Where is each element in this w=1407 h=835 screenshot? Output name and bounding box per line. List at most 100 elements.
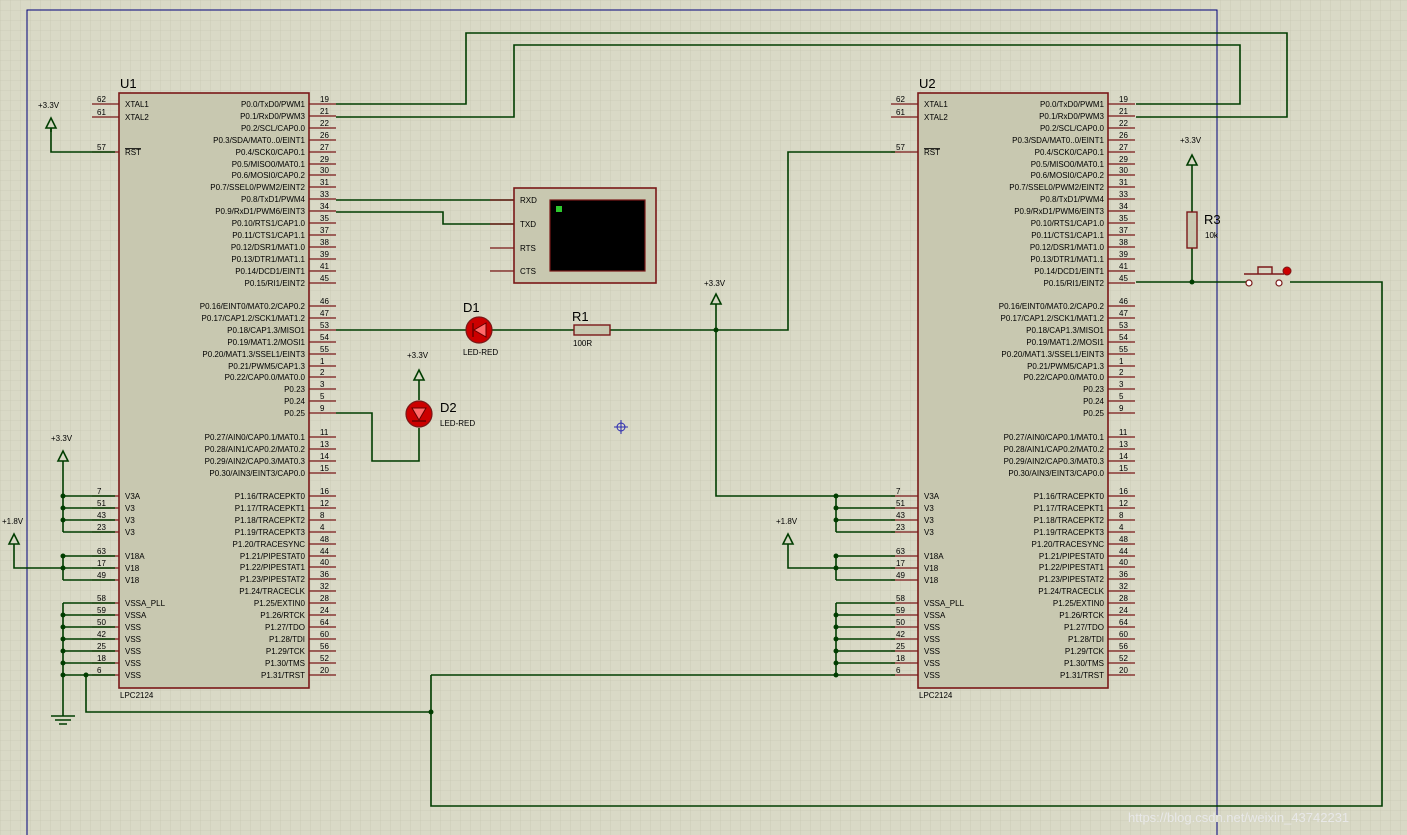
chip-right-pin-label: P0.17/CAP1.2/SCK1/MAT1.2 (202, 314, 306, 323)
terminal-pin-rxd: RXD (520, 196, 537, 205)
chip-u1[interactable]: U1LPC212462XTAL161XTAL257RST7V3A51V343V3… (92, 76, 336, 700)
chip-left-pin-number: 42 (97, 630, 106, 639)
chip-right-pin-number: 30 (320, 166, 329, 175)
chip-u2[interactable]: U2LPC212462XTAL161XTAL257RST7V3A51V343V3… (891, 76, 1135, 700)
chip-right-pin-label: P0.15/RI1/EINT2 (1044, 279, 1105, 288)
power-label-r3: +3.3V (1180, 136, 1202, 145)
chip-right-pin-number: 3 (320, 380, 325, 389)
chip-right-pin-number: 1 (1119, 357, 1124, 366)
chip-right-pin-number: 34 (320, 202, 329, 211)
chip-right-pin-label: P0.7/SSEL0/PWM2/EINT2 (210, 183, 305, 192)
chip-right-pin-number: 33 (320, 190, 329, 199)
chip-right-pin-number: 20 (320, 666, 329, 675)
r1-ref: R1 (572, 309, 589, 324)
chip-left-pin-number: 50 (97, 618, 106, 627)
power-label-u1-v3: +3.3V (51, 434, 73, 443)
chip-right-pin-label: P0.22/CAP0.0/MAT0.0 (225, 373, 306, 382)
chip-right-pin-label: P0.10/RTS1/CAP1.0 (1031, 219, 1105, 228)
chip-right-pin-number: 22 (320, 119, 329, 128)
chip-right-pin-number: 12 (1119, 499, 1128, 508)
chip-left-pin-label: V3 (924, 504, 934, 513)
chip-right-pin-label: P1.23/PIPESTAT2 (240, 575, 306, 584)
chip-right-pin-number: 46 (320, 297, 329, 306)
chip-right-pin-number: 39 (1119, 250, 1128, 259)
chip-left-pin-number: 7 (97, 487, 102, 496)
chip-right-pin-label: P1.21/PIPESTAT0 (1039, 552, 1105, 561)
chip-left-pin-label: XTAL1 (924, 100, 948, 109)
chip-right-pin-label: P0.2/SCL/CAP0.0 (1040, 124, 1105, 133)
chip-right-pin-number: 36 (320, 570, 329, 579)
chip-right-pin-number: 60 (1119, 630, 1128, 639)
chip-right-pin-label: P0.10/RTS1/CAP1.0 (232, 219, 306, 228)
chip-left-pin-number: 61 (97, 108, 106, 117)
chip-left-pin-label: VSS (125, 659, 141, 668)
chip-right-pin-number: 27 (1119, 143, 1128, 152)
chip-right-pin-number: 41 (320, 262, 329, 271)
chip-left-pin-label: VSS (924, 671, 940, 680)
chip-right-pin-label: P1.20/TRACESYNC (1032, 540, 1105, 549)
chip-right-pin-label: P0.16/EINT0/MAT0.2/CAP0.2 (999, 302, 1105, 311)
chip-left-pin-label: V18A (924, 552, 944, 561)
chip-right-pin-number: 52 (320, 654, 329, 663)
r3-value: 10k (1205, 231, 1219, 240)
chip-left-pin-label: XTAL1 (125, 100, 149, 109)
virtual-terminal[interactable]: RXD TXD RTS CTS (490, 187, 657, 284)
chip-right-pin-number: 40 (1119, 558, 1128, 567)
chip-right-pin-number: 47 (1119, 309, 1128, 318)
chip-left-pin-label: V18 (125, 576, 140, 585)
chip-right-pin-label: P0.19/MAT1.2/MOSI1 (227, 338, 305, 347)
chip-right-pin-number: 45 (1119, 274, 1128, 283)
chip-right-pin-number: 15 (1119, 464, 1128, 473)
chip-left-pin-number: 51 (97, 499, 106, 508)
chip-right-pin-label: P1.28/TDI (1068, 635, 1104, 644)
chip-left-pin-number: 25 (97, 642, 106, 651)
chip-right-pin-label: P1.18/TRACEPKT2 (1034, 516, 1105, 525)
chip-left-pin-label: V18 (924, 576, 939, 585)
chip-right-pin-label: P0.20/MAT1.3/SSEL1/EINT3 (202, 350, 305, 359)
chip-right-pin-label: P0.20/MAT1.3/SSEL1/EINT3 (1001, 350, 1104, 359)
power-label-u1-reset: +3.3V (38, 101, 60, 110)
power-label-d2: +3.3V (407, 351, 429, 360)
chip-right-pin-number: 31 (1119, 178, 1128, 187)
chip-right-pin-number: 14 (1119, 452, 1128, 461)
chip-right-pin-number: 9 (320, 404, 325, 413)
chip-part: LPC2124 (120, 691, 154, 700)
chip-left-pin-label: VSSA_PLL (924, 599, 965, 608)
chip-right-pin-label: P1.27/TDO (265, 623, 305, 632)
chip-right-pin-label: P1.30/TMS (1064, 659, 1104, 668)
chip-right-pin-number: 13 (320, 440, 329, 449)
chip-left-pin-number: 17 (97, 559, 106, 568)
chip-left-pin-label: VSS (924, 623, 940, 632)
chip-right-pin-number: 44 (1119, 547, 1128, 556)
chip-right-pin-label: P0.1/RxD0/PWM3 (1039, 112, 1104, 121)
chip-right-pin-label: P0.24 (284, 397, 305, 406)
chip-right-pin-number: 45 (320, 274, 329, 283)
chip-right-pin-label: P0.21/PWM5/CAP1.3 (1027, 362, 1104, 371)
chip-left-pin-label: V18A (125, 552, 145, 561)
chip-right-pin-number: 36 (1119, 570, 1128, 579)
chip-right-pin-number: 41 (1119, 262, 1128, 271)
chip-left-pin-label: VSS (924, 647, 940, 656)
schematic-canvas[interactable]: U1LPC212462XTAL161XTAL257RST7V3A51V343V3… (0, 0, 1407, 835)
chip-right-pin-label: P0.15/RI1/EINT2 (245, 279, 306, 288)
chip-right-pin-label: P0.11/CTS1/CAP1.1 (1031, 231, 1104, 240)
chip-right-pin-label: P0.7/SSEL0/PWM2/EINT2 (1009, 183, 1104, 192)
chip-right-pin-number: 53 (320, 321, 329, 330)
chip-left-pin-label: VSS (125, 671, 141, 680)
chip-right-pin-label: P0.25 (1083, 409, 1104, 418)
chip-right-pin-label: P0.14/DCD1/EINT1 (1034, 267, 1104, 276)
chip-right-pin-number: 21 (1119, 107, 1128, 116)
chip-right-pin-number: 15 (320, 464, 329, 473)
chip-right-pin-label: P1.18/TRACEPKT2 (235, 516, 306, 525)
chip-left-pin-label: VSS (125, 623, 141, 632)
chip-right-pin-label: P0.12/DSR1/MAT1.0 (231, 243, 306, 252)
chip-left-pin-number: 63 (97, 547, 106, 556)
chip-right-pin-number: 19 (320, 95, 329, 104)
chip-right-pin-number: 34 (1119, 202, 1128, 211)
terminal-cursor (556, 206, 562, 212)
chip-right-pin-number: 20 (1119, 666, 1128, 675)
chip-left-pin-number: 18 (97, 654, 106, 663)
chip-right-pin-number: 37 (1119, 226, 1128, 235)
power-label-u1-v18: +1.8V (2, 517, 24, 526)
chip-right-pin-label: P0.16/EINT0/MAT0.2/CAP0.2 (200, 302, 306, 311)
